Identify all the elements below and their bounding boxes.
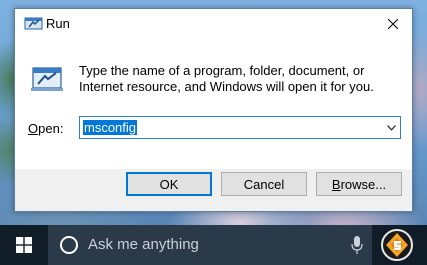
dialog-body: Type the name of a program, folder, docu…	[15, 39, 412, 169]
run-icon	[31, 67, 63, 91]
taskbar: Ask me anything	[0, 225, 427, 265]
browse-button[interactable]: Browse...	[316, 172, 402, 196]
cortana-icon	[60, 236, 78, 254]
ok-button[interactable]: OK	[126, 172, 212, 196]
cancel-button[interactable]: Cancel	[221, 172, 307, 196]
run-dialog: Run Type the name of a program, folder, …	[14, 8, 413, 212]
close-icon	[388, 19, 398, 29]
title-bar[interactable]: Run	[15, 9, 412, 39]
open-label-mnemonic: O	[28, 121, 39, 136]
open-combobox[interactable]: msconfig	[79, 116, 401, 139]
open-label-text: pen:	[38, 121, 64, 136]
dialog-description: Type the name of a program, folder, docu…	[79, 63, 374, 94]
search-box[interactable]: Ask me anything	[48, 225, 372, 265]
run-icon	[24, 17, 43, 30]
chevron-down-icon	[386, 124, 396, 131]
window-title: Run	[46, 16, 70, 31]
microphone-icon[interactable]	[350, 235, 364, 255]
close-button[interactable]	[374, 9, 412, 39]
combo-dropdown-button[interactable]	[382, 117, 400, 138]
search-placeholder: Ask me anything	[88, 236, 199, 253]
start-button[interactable]	[0, 225, 48, 265]
open-label: Open:	[28, 121, 63, 136]
browse-mnemonic: B	[331, 176, 341, 192]
windows-start-icon	[16, 237, 32, 253]
app-icon[interactable]	[378, 227, 416, 263]
open-input-value[interactable]: msconfig	[83, 120, 138, 135]
browse-label: rowse...	[340, 176, 387, 192]
